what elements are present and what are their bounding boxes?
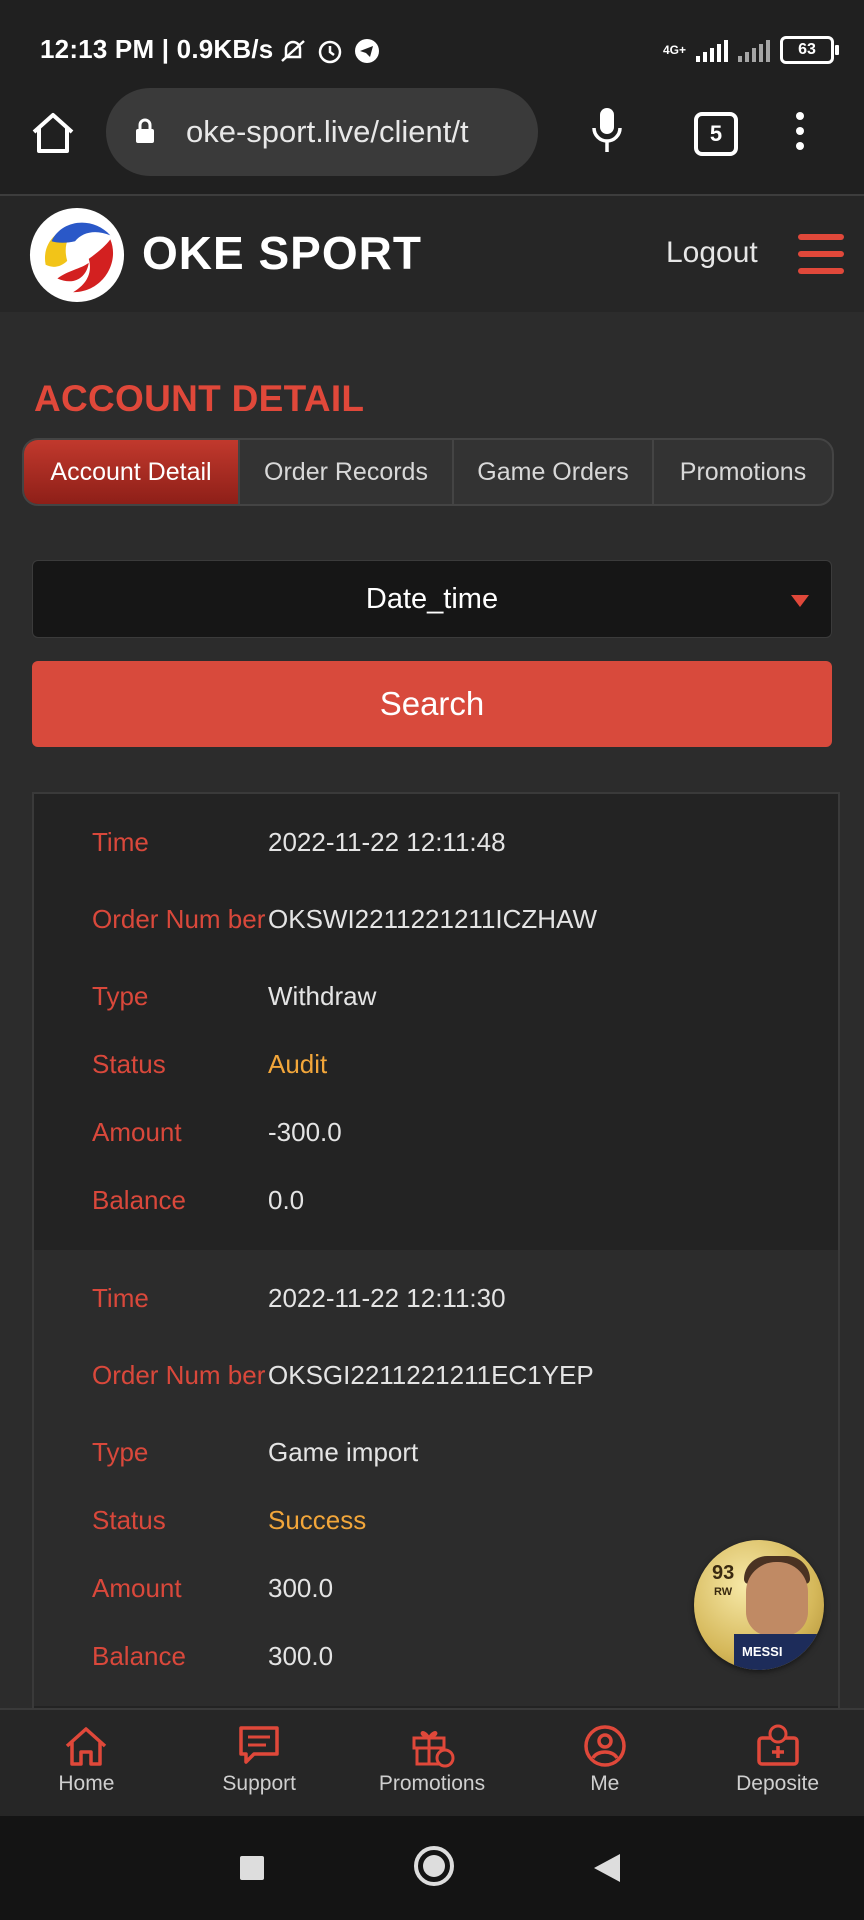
nav-home[interactable]: Home (0, 1710, 173, 1818)
tab-switcher-button[interactable]: 5 (694, 112, 738, 156)
amount-value: -300.0 (268, 1116, 342, 1147)
order-number-label: Order Num ber (92, 904, 266, 934)
deposit-icon (756, 1724, 799, 1766)
balance-label: Balance (92, 1641, 186, 1671)
nav-me[interactable]: Me (518, 1710, 691, 1818)
status-time: 12:13 PM | 0.9KB/s (40, 34, 274, 64)
nav-deposit-label: Deposite (736, 1772, 820, 1795)
gift-icon (412, 1731, 455, 1768)
alarm-icon (318, 40, 342, 64)
order-number-value: OKSWI2211221211ICZHAW (268, 903, 597, 934)
battery-icon: 63 (780, 36, 839, 64)
time-value: 2022-11-22 12:11:30 (268, 1282, 506, 1313)
url-text: oke-sport.live/client/t (186, 114, 469, 149)
tab-account-detail[interactable]: Account Detail (24, 440, 240, 504)
brand-name: OKE SPORT (142, 227, 422, 279)
time-label: Time (92, 827, 149, 857)
browser-menu-icon[interactable] (796, 112, 806, 152)
type-value: Game import (268, 1436, 419, 1467)
browser-toolbar: oke-sport.live/client/t 5 (0, 80, 864, 194)
record-row-balance: Balance 0.0 (34, 1166, 838, 1234)
floating-player-button[interactable]: 93 RW MESSI (694, 1540, 824, 1670)
user-icon (584, 1725, 626, 1767)
order-number-value: OKSGI2211221211EC1YEP (268, 1359, 594, 1390)
balance-label: Balance (92, 1185, 186, 1215)
type-value: Withdraw (268, 980, 377, 1011)
record-row-type: Type Game import (34, 1418, 838, 1486)
player-face-icon (746, 1562, 808, 1636)
microphone-icon[interactable] (590, 106, 624, 156)
nav-deposit[interactable]: Deposite (691, 1710, 864, 1818)
tab-game-orders[interactable]: Game Orders (454, 440, 654, 504)
record-row-type: Type Withdraw (34, 962, 838, 1030)
nav-support[interactable]: Support (173, 1710, 346, 1818)
record-row-status: Status Audit (34, 1030, 838, 1098)
record-row-order-number: Order Num ber OKSWI2211221211ICZHAW (34, 876, 838, 962)
lock-icon (136, 118, 154, 143)
oke-sport-logo[interactable] (28, 206, 126, 304)
logout-link[interactable]: Logout (666, 236, 758, 270)
nav-promotions-label: Promotions (378, 1772, 486, 1795)
player-name: MESSI (742, 1644, 783, 1659)
record-card: Time 2022-11-22 12:11:48 Order Num ber OKS… (34, 794, 838, 1250)
support-icon (239, 1726, 279, 1764)
type-label: Type (92, 1437, 149, 1467)
amount-label: Amount (92, 1573, 182, 1603)
status-label: Status (92, 1505, 166, 1535)
page-title: ACCOUNT DETAIL (34, 378, 365, 419)
browser-home-icon[interactable] (28, 108, 78, 158)
site-header: OKE SPORT Logout (0, 194, 864, 312)
search-button[interactable]: Search (32, 661, 832, 747)
player-position: RW (714, 1586, 733, 1598)
time-label: Time (92, 1283, 149, 1313)
nav-promotions[interactable]: Promotions (346, 1710, 519, 1818)
home-icon (66, 1727, 107, 1766)
status-bar: 12:13 PM | 0.9KB/s 4G+ 63 (0, 0, 864, 80)
player-rating: 93 (712, 1562, 735, 1584)
record-row-time: Time 2022-11-22 12:11:30 (34, 1264, 838, 1332)
time-value: 2022-11-22 12:11:48 (268, 826, 506, 857)
hamburger-menu-icon[interactable] (798, 234, 844, 274)
muted-bell-icon (281, 40, 305, 63)
type-label: Type (92, 981, 149, 1011)
record-row-amount: Amount -300.0 (34, 1098, 838, 1166)
tab-order-records[interactable]: Order Records (240, 440, 454, 504)
record-row-order-number: Order Num ber OKSGI2211221211EC1YEP (34, 1332, 838, 1418)
record-row-time: Time 2022-11-22 12:11:48 (34, 808, 838, 876)
status-notification-icons (278, 34, 382, 65)
signal-secondary-icon (738, 38, 770, 62)
network-type: 4G+ (662, 43, 686, 57)
dropdown-caret-icon (791, 595, 809, 607)
nav-home-label: Home (58, 1772, 115, 1795)
recents-icon[interactable] (240, 1856, 264, 1880)
date-time-select[interactable]: Date_time (32, 560, 832, 638)
back-icon[interactable] (594, 1854, 620, 1882)
select-value: Date_time (365, 583, 499, 615)
order-number-label: Order Num ber (92, 1360, 266, 1390)
record-row-status: Status Success (34, 1486, 838, 1554)
address-bar[interactable]: oke-sport.live/client/t (106, 88, 538, 176)
status-value: Audit (268, 1048, 328, 1079)
signal-icon (696, 38, 728, 62)
status-value: Success (268, 1504, 367, 1535)
nav-support-label: Support (222, 1772, 296, 1795)
balance-value: 300.0 (268, 1640, 334, 1671)
system-home-icon[interactable] (414, 1846, 454, 1886)
amount-value: 300.0 (268, 1572, 334, 1603)
tab-promotions[interactable]: Promotions (654, 440, 832, 504)
amount-label: Amount (92, 1117, 182, 1147)
balance-value: 0.0 (268, 1184, 305, 1215)
account-tabs: Account Detail Order Records Game Orders… (22, 438, 834, 506)
status-label: Status (92, 1049, 166, 1079)
bottom-navigation: Home Support Promotions Me Deposite (0, 1708, 864, 1818)
nav-me-label: Me (590, 1772, 620, 1795)
system-navigation-bar (0, 1816, 864, 1920)
telegram-icon (355, 39, 380, 64)
